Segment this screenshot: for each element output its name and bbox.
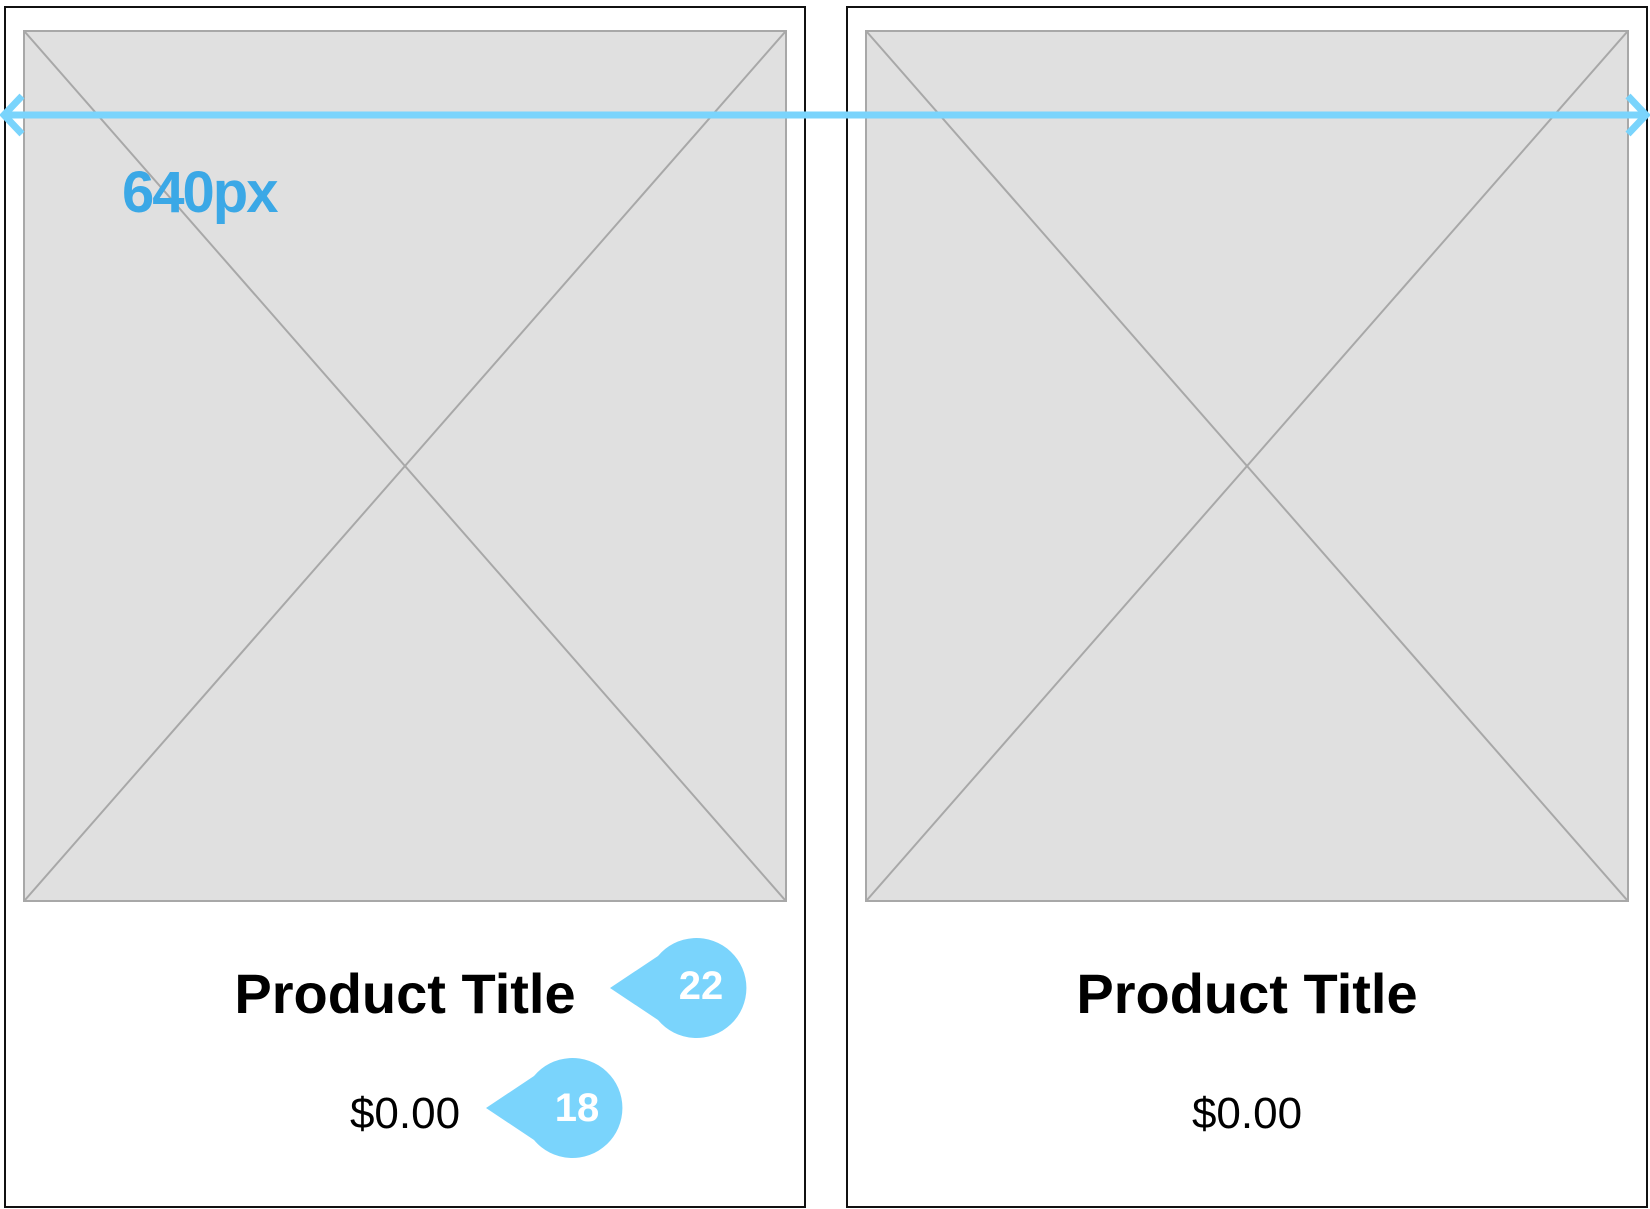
- product-price: $0.00: [349, 1089, 461, 1138]
- image-placeholder-cross: [25, 32, 785, 900]
- image-placeholder-cross: [867, 32, 1627, 900]
- product-price: $0.00: [1191, 1089, 1303, 1138]
- image-placeholder: [23, 30, 787, 902]
- product-title: Product Title: [234, 962, 576, 1025]
- product-card-2: Product Title $0.00: [846, 6, 1648, 1208]
- product-card-1: Product Title $0.00: [4, 6, 806, 1208]
- product-title: Product Title: [1076, 962, 1418, 1025]
- image-placeholder: [865, 30, 1629, 902]
